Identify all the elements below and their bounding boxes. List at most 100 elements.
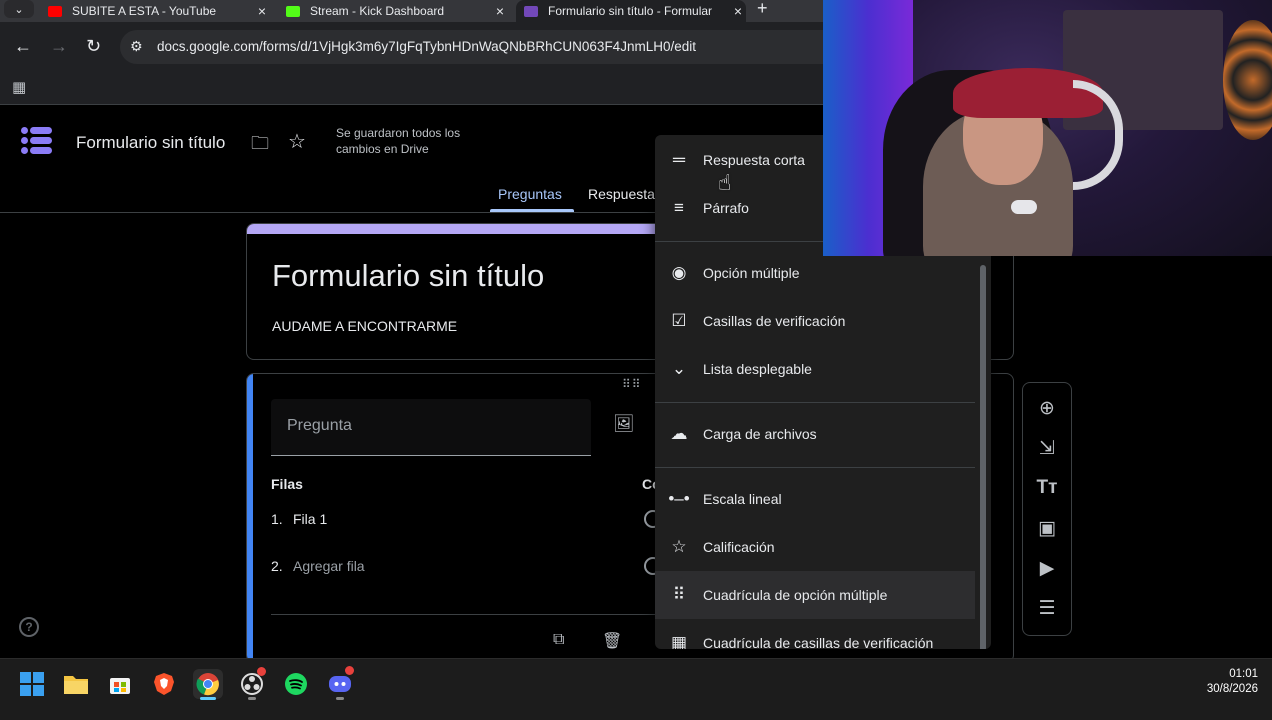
tab-preguntas[interactable]: Preguntas bbox=[498, 186, 562, 202]
add-row-input[interactable]: Agregar fila bbox=[293, 558, 365, 574]
menu-item-opcion-multiple[interactable]: ◉ Opción múltiple bbox=[655, 249, 975, 297]
tab-youtube[interactable]: SUBITE A ESTA - YouTube × bbox=[40, 0, 270, 22]
close-tab-icon[interactable]: × bbox=[730, 3, 746, 19]
browser-toolbar: ← → ↻ ⚙ docs.google.com/forms/d/1VjHgk3m… bbox=[0, 22, 823, 72]
menu-item-casillas[interactable]: ☑ Casillas de verificación bbox=[655, 297, 975, 345]
trash-icon[interactable]: 🗑 bbox=[602, 631, 622, 651]
webcam-mic bbox=[1011, 200, 1037, 214]
tab-google-forms[interactable]: Formulario sin título - Formular × bbox=[516, 0, 746, 22]
add-section-icon[interactable]: ☰ bbox=[1023, 597, 1071, 620]
new-tab-button[interactable]: + bbox=[757, 0, 768, 19]
windows-start-icon[interactable] bbox=[17, 669, 47, 699]
menu-item-escala-lineal[interactable]: •‒• Escala lineal bbox=[655, 475, 975, 523]
floating-toolbar: ⊕ ⇲ Tт ▣ ▶ ☰ bbox=[1022, 382, 1072, 636]
apps-grid-icon[interactable]: ▦ bbox=[12, 78, 26, 96]
star-icon[interactable]: ☆ bbox=[288, 129, 306, 154]
menu-divider bbox=[655, 402, 975, 403]
menu-scrollbar[interactable] bbox=[980, 265, 986, 649]
google-forms-icon bbox=[524, 5, 538, 17]
duplicate-icon[interactable]: ⧉ bbox=[553, 631, 564, 649]
menu-item-calificacion[interactable]: ☆ Calificación bbox=[655, 523, 975, 571]
menu-item-label: Calificación bbox=[703, 539, 775, 555]
image-icon[interactable]: 🖼 bbox=[613, 414, 635, 434]
site-info-icon[interactable]: ⚙ bbox=[130, 38, 143, 55]
import-questions-icon[interactable]: ⇲ bbox=[1023, 437, 1071, 460]
menu-item-label: Párrafo bbox=[703, 200, 749, 216]
divider bbox=[271, 614, 655, 615]
grid-icon: ⠿ bbox=[672, 585, 686, 604]
reload-icon[interactable]: ↻ bbox=[86, 36, 101, 57]
cloud-upload-icon: ☁ bbox=[670, 424, 688, 443]
brave-browser-icon[interactable] bbox=[149, 669, 179, 699]
chrome-icon[interactable] bbox=[193, 669, 223, 699]
add-video-icon[interactable]: ▶ bbox=[1023, 557, 1071, 580]
active-app-indicator bbox=[200, 697, 216, 700]
form-title[interactable]: Formulario sin título bbox=[272, 258, 544, 294]
paragraph-icon: ≡ bbox=[674, 198, 684, 217]
google-forms-logo-icon[interactable] bbox=[21, 124, 55, 158]
menu-item-carga-archivos[interactable]: ☁ Carga de archivos bbox=[655, 410, 975, 458]
add-title-icon[interactable]: Tт bbox=[1023, 477, 1071, 499]
notification-badge bbox=[345, 666, 354, 675]
menu-item-label: Escala lineal bbox=[703, 491, 782, 507]
active-tab-indicator bbox=[490, 209, 574, 212]
menu-item-label: Carga de archivos bbox=[703, 426, 817, 442]
add-question-icon[interactable]: ⊕ bbox=[1023, 397, 1071, 420]
tab-search-button[interactable]: ⌄ bbox=[4, 0, 34, 18]
question-input[interactable]: Pregunta bbox=[271, 399, 591, 456]
microsoft-store-icon[interactable] bbox=[105, 669, 135, 699]
system-clock[interactable]: 01:01 30/8/2026 bbox=[1207, 667, 1258, 697]
obs-icon[interactable] bbox=[237, 667, 267, 699]
menu-item-label: Casillas de verificación bbox=[703, 313, 846, 329]
back-arrow-icon[interactable]: ← bbox=[14, 36, 32, 57]
browser-tab-strip: ⌄ SUBITE A ESTA - YouTube × Stream - Kic… bbox=[0, 0, 823, 22]
row-number: 1. bbox=[271, 511, 283, 527]
menu-item-lista-desplegable[interactable]: ⌄ Lista desplegable bbox=[655, 345, 975, 393]
running-indicator bbox=[248, 697, 256, 700]
address-bar[interactable]: ⚙ docs.google.com/forms/d/1VjHgk3m6y7IgF… bbox=[120, 30, 823, 64]
forward-arrow-icon[interactable]: → bbox=[50, 36, 68, 57]
checkbox-icon: ☑ bbox=[671, 311, 687, 330]
menu-item-cuadricula-casillas[interactable]: ▦ Cuadrícula de casillas de verificación bbox=[655, 619, 975, 649]
row-input[interactable]: Fila 1 bbox=[293, 511, 327, 527]
running-indicator bbox=[336, 697, 344, 700]
tab-title: SUBITE A ESTA - YouTube bbox=[72, 4, 217, 18]
document-title[interactable]: Formulario sin título bbox=[76, 133, 225, 153]
close-tab-icon[interactable]: × bbox=[492, 3, 508, 19]
clock-time: 01:01 bbox=[1229, 668, 1258, 680]
help-icon[interactable]: ? bbox=[19, 617, 39, 637]
save-status: Se guardaron todos los cambios en Drive bbox=[336, 126, 461, 156]
webcam-overlay bbox=[823, 0, 1272, 256]
menu-item-cuadricula-opcion-multiple[interactable]: ⠿ Cuadrícula de opción múltiple bbox=[655, 571, 975, 619]
add-image-icon[interactable]: ▣ bbox=[1023, 517, 1071, 540]
taskbar: 01:01 30/8/2026 bbox=[0, 658, 1272, 720]
notification-badge bbox=[257, 667, 266, 676]
form-description[interactable]: AUDAME A ENCONTRARME bbox=[272, 318, 457, 334]
dropdown-icon: ⌄ bbox=[671, 359, 687, 378]
rows-label: Filas bbox=[271, 476, 303, 492]
kick-icon bbox=[286, 5, 300, 17]
menu-item-label: Lista desplegable bbox=[703, 361, 812, 377]
close-tab-icon[interactable]: × bbox=[254, 3, 270, 19]
spotify-icon[interactable] bbox=[281, 669, 311, 699]
clock-date: 30/8/2026 bbox=[1206, 683, 1258, 695]
mouse-pointer-icon: ☝ bbox=[718, 170, 732, 195]
tab-title: Formulario sin título - Formular bbox=[548, 4, 713, 18]
file-explorer-icon[interactable] bbox=[61, 669, 91, 699]
tab-kick[interactable]: Stream - Kick Dashboard × bbox=[278, 0, 508, 22]
row-number: 2. bbox=[271, 558, 283, 574]
active-question-bar bbox=[247, 374, 253, 662]
short-text-icon: ═ bbox=[672, 150, 686, 169]
tab-respuestas[interactable]: Respuesta bbox=[588, 186, 655, 202]
url-text[interactable]: docs.google.com/forms/d/1VjHgk3m6y7IgFqT… bbox=[157, 39, 696, 54]
star-icon: ☆ bbox=[671, 537, 687, 556]
menu-item-label: Opción múltiple bbox=[703, 265, 800, 281]
menu-item-label: Cuadrícula de casillas de verificación bbox=[703, 635, 934, 649]
webcam-dartboard bbox=[1223, 20, 1272, 140]
checkbox-grid-icon: ▦ bbox=[670, 633, 688, 649]
folder-icon[interactable]: 🗀 bbox=[251, 131, 269, 161]
discord-icon[interactable] bbox=[325, 666, 355, 699]
drag-handle-icon[interactable]: ⠿⠿ bbox=[622, 377, 642, 391]
tab-title: Stream - Kick Dashboard bbox=[310, 4, 445, 18]
question-placeholder: Pregunta bbox=[287, 417, 352, 434]
